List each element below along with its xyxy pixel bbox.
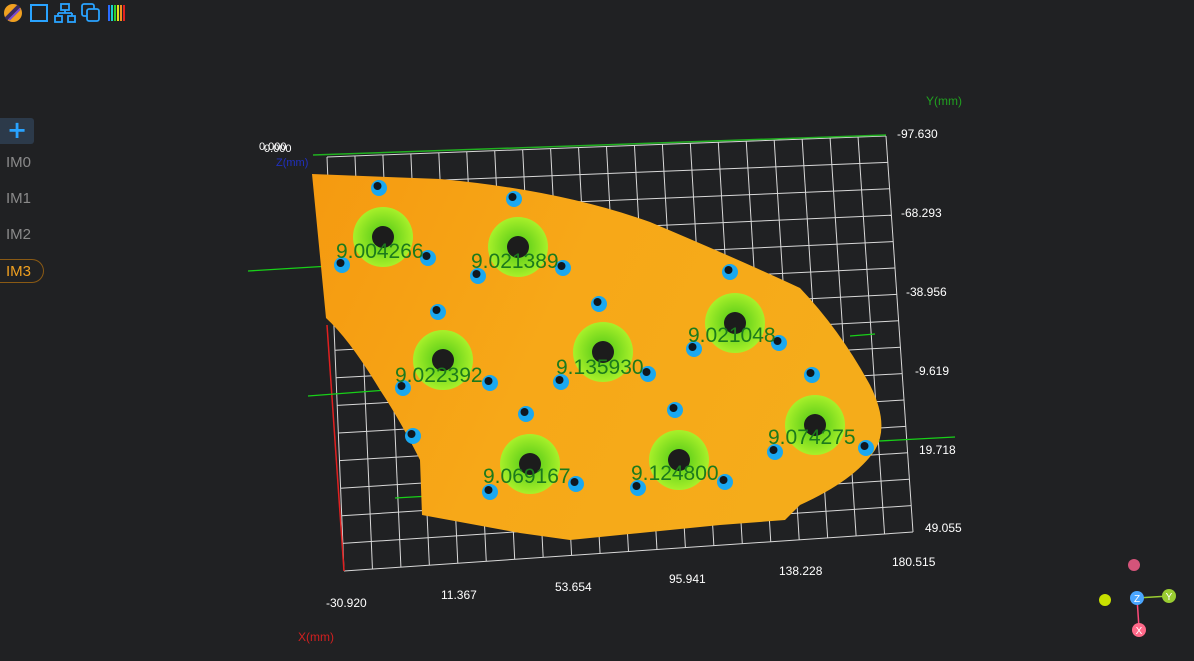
x-tick-labels: -30.920 11.367 53.654 95.941 138.228 180.515: [326, 555, 936, 610]
measurement-label: 9.069167: [483, 465, 571, 488]
svg-text:X: X: [1136, 626, 1143, 637]
measurement-label: 9.124800: [631, 462, 719, 485]
x-tick-label: 138.228: [779, 564, 823, 578]
z-axis-title: Z(mm): [276, 157, 308, 169]
measurement-label: 9.021048: [688, 324, 776, 347]
x-tick-label: 180.515: [892, 555, 936, 569]
y-axis-line: [312, 134, 887, 156]
y-tick-label: -68.293: [901, 206, 942, 220]
gizmo-neg-x-icon[interactable]: [1128, 559, 1140, 571]
x-tick-label: 53.654: [555, 580, 592, 594]
measurement-label: 9.021389: [471, 250, 559, 273]
measurement-label: 9.022392: [395, 364, 483, 387]
point-cloud-viewport[interactable]: 9.004266 9.021389 9.021048 9.022392 9.135930…: [0, 0, 1194, 661]
measurement-label: 9.135930: [556, 356, 644, 379]
axis-gizmo[interactable]: Z Y X: [1095, 556, 1185, 646]
svg-text:Y: Y: [1166, 592, 1173, 603]
overlap-label: 0.000: [264, 143, 292, 155]
gizmo-neg-y-icon[interactable]: [1099, 594, 1111, 606]
measurement-label: 9.074275: [768, 426, 856, 449]
x-tick-label: 11.367: [441, 588, 477, 602]
x-tick-label: 95.941: [669, 572, 706, 586]
y-axis-title: Y(mm): [926, 94, 962, 108]
y-tick-label: 49.055: [925, 521, 962, 535]
x-axis-title: X(mm): [298, 630, 334, 644]
y-tick-label: -38.956: [906, 285, 947, 299]
y-tick-label: -97.630: [897, 127, 938, 141]
y-tick-labels: -97.630 -68.293 -38.956 -9.619 19.718 49.055: [897, 127, 962, 535]
y-tick-label: 19.718: [919, 443, 956, 457]
y-tick-label: -9.619: [915, 364, 949, 378]
x-tick-label: -30.920: [326, 596, 367, 610]
svg-text:Z: Z: [1134, 594, 1140, 605]
measurement-label: 9.004266: [336, 240, 424, 263]
